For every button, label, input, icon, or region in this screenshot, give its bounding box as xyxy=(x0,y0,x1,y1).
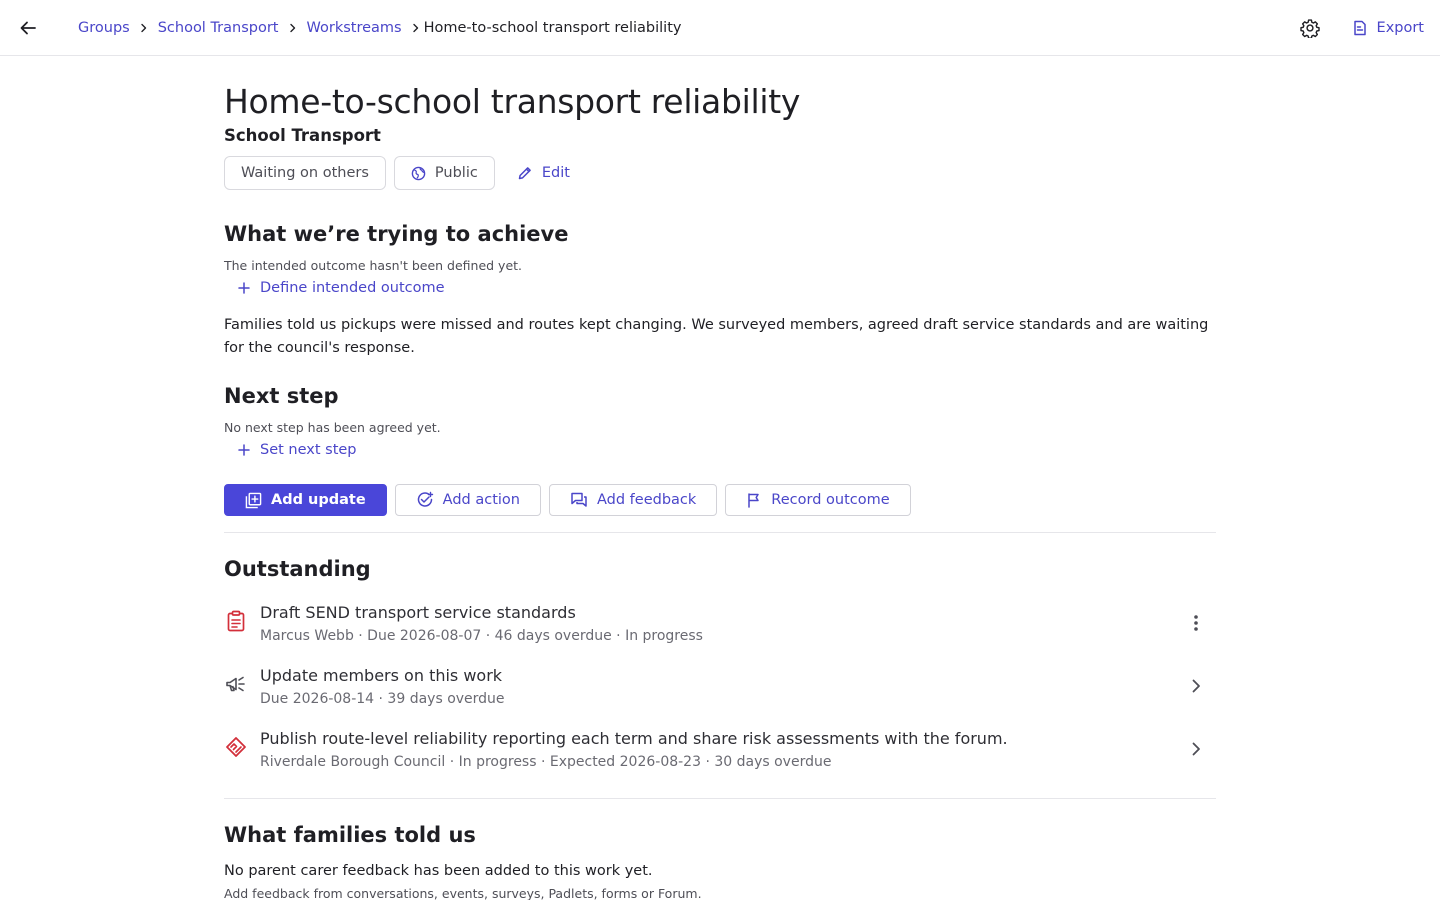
chevron-right-icon[interactable] xyxy=(1184,737,1208,761)
outstanding-item[interactable]: Update members on this work Due 2026-08-… xyxy=(224,666,1216,722)
visibility-chip[interactable]: Public xyxy=(393,156,495,190)
add-update-label: Add update xyxy=(271,492,366,508)
add-feedback-button[interactable]: Add feedback xyxy=(549,484,718,516)
task-add-icon xyxy=(417,491,433,507)
top-bar: Groups School Transport Workstreams Home… xyxy=(0,0,1440,56)
gear-icon[interactable] xyxy=(1298,16,1322,40)
outstanding-item-title: Draft SEND transport service standards xyxy=(260,603,576,622)
action-buttons: Add update Add action Add feedback Recor… xyxy=(224,484,919,516)
megaphone-icon xyxy=(224,672,248,696)
feedback-empty-text: No parent carer feedback has been added … xyxy=(224,863,653,879)
page-title: Home-to-school transport reliability xyxy=(224,82,801,121)
export-button[interactable]: Export xyxy=(1352,20,1424,36)
achieve-description: Families told us pickups were missed and… xyxy=(224,317,1209,356)
set-next-step-label: Set next step xyxy=(260,442,357,458)
top-actions: Export xyxy=(1298,0,1424,56)
next-step-heading: Next step xyxy=(224,384,339,408)
chevron-right-icon[interactable] xyxy=(1184,674,1208,698)
pencil-icon xyxy=(518,167,531,180)
chevron-right-icon xyxy=(140,23,148,33)
define-outcome-link[interactable]: Define intended outcome xyxy=(238,280,445,296)
plus-icon xyxy=(238,444,250,456)
add-feedback-label: Add feedback xyxy=(597,492,697,508)
chevron-right-icon xyxy=(289,23,297,33)
status-chips: Waiting on others Public Edit xyxy=(224,156,570,190)
divider xyxy=(224,532,1216,533)
outstanding-item-meta: Riverdale Borough Council · In progress … xyxy=(260,754,832,770)
outstanding-item-title: Update members on this work xyxy=(260,666,503,685)
status-chip-label: Waiting on others xyxy=(241,165,369,181)
breadcrumb-current: Home-to-school transport reliability xyxy=(423,20,682,36)
breadcrumb-link-school-transport[interactable]: School Transport xyxy=(158,20,279,36)
chevron-right-icon xyxy=(412,23,420,33)
define-outcome-label: Define intended outcome xyxy=(260,280,445,296)
next-step-empty-text: No next step has been agreed yet. xyxy=(224,420,441,435)
set-next-step-link[interactable]: Set next step xyxy=(238,442,357,458)
breadcrumb-link-workstreams[interactable]: Workstreams xyxy=(307,20,402,36)
page-subtitle: School Transport xyxy=(224,126,381,145)
edit-button[interactable]: Edit xyxy=(517,165,570,181)
outstanding-item-meta: Due 2026-08-14 · 39 days overdue xyxy=(260,691,505,707)
document-export-icon xyxy=(1353,20,1366,36)
breadcrumb-link-groups[interactable]: Groups xyxy=(78,20,130,36)
add-action-label: Add action xyxy=(442,492,520,508)
add-box-icon xyxy=(245,492,262,508)
clipboard-icon xyxy=(224,609,248,633)
outstanding-heading: Outstanding xyxy=(224,557,371,581)
outstanding-item-title: Publish route-level reliability reportin… xyxy=(260,729,1008,748)
divider xyxy=(224,798,1216,799)
plus-icon xyxy=(238,282,250,294)
handshake-icon xyxy=(224,735,248,759)
record-outcome-label: Record outcome xyxy=(771,492,890,508)
back-arrow-icon[interactable] xyxy=(14,14,42,42)
outstanding-item-meta: Marcus Webb · Due 2026-08-07 · 46 days o… xyxy=(260,628,703,644)
add-update-button[interactable]: Add update xyxy=(224,484,387,516)
outstanding-item[interactable]: Draft SEND transport service standards M… xyxy=(224,603,1216,659)
visibility-chip-label: Public xyxy=(434,165,478,181)
edit-label: Edit xyxy=(541,165,570,181)
outstanding-item[interactable]: Publish route-level reliability reportin… xyxy=(224,729,1216,785)
achieve-empty-text: The intended outcome hasn't been defined… xyxy=(224,258,523,273)
add-action-button[interactable]: Add action xyxy=(394,484,541,516)
achieve-heading: What we’re trying to achieve xyxy=(224,222,569,246)
chat-bubbles-icon xyxy=(571,492,587,507)
status-chip[interactable]: Waiting on others xyxy=(224,156,386,190)
record-outcome-button[interactable]: Record outcome xyxy=(725,484,911,516)
feedback-hint: Add feedback from conversations, events,… xyxy=(224,886,702,900)
export-label: Export xyxy=(1376,20,1424,36)
globe-icon xyxy=(411,166,426,180)
flag-icon xyxy=(748,493,760,508)
feedback-heading: What families told us xyxy=(224,823,476,847)
breadcrumb: Groups School Transport Workstreams Home… xyxy=(78,0,681,56)
more-vertical-icon[interactable] xyxy=(1184,611,1208,635)
